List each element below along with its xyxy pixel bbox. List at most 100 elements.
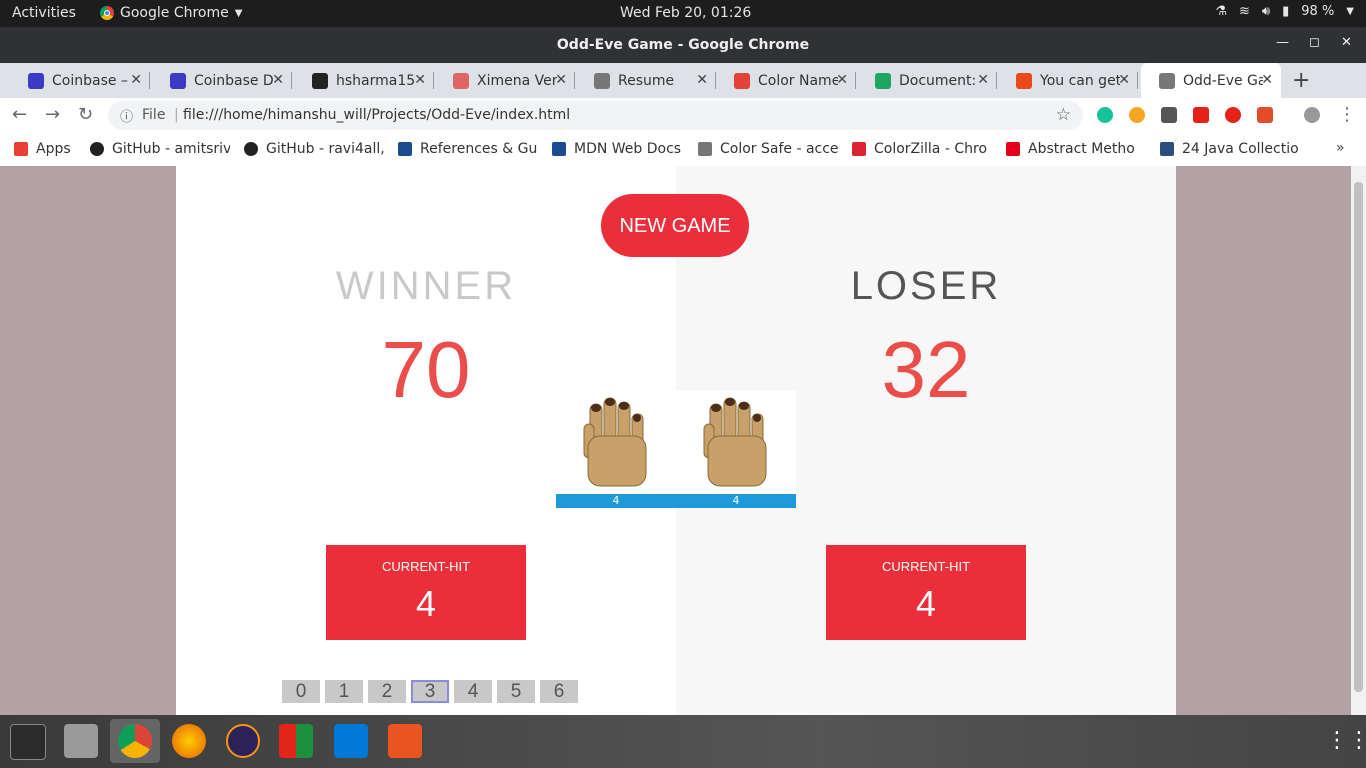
bookmark-6[interactable]: ColorZilla - Chro: [852, 141, 992, 157]
bookmark-7[interactable]: Abstract Metho: [1006, 141, 1146, 157]
loser-hand-image: 4: [676, 390, 796, 508]
close-icon[interactable]: ✕: [130, 72, 142, 88]
close-icon[interactable]: ✕: [1118, 72, 1130, 88]
address-bar[interactable]: ⓘ File | file:///home/himanshu_will/Proj…: [108, 101, 1083, 130]
more-bookmarks-icon[interactable]: »: [1336, 140, 1345, 156]
close-icon[interactable]: ✕: [836, 72, 848, 88]
reload-icon[interactable]: ↻: [78, 104, 93, 125]
accessibility-icon: ⚗: [1215, 4, 1227, 19]
tab-1[interactable]: Coinbase D ✕: [152, 63, 292, 98]
close-icon[interactable]: ✕: [1261, 72, 1273, 88]
bookmark-1[interactable]: GitHub - amitsriv: [90, 141, 230, 157]
github-icon: [312, 72, 328, 89]
terminal-icon[interactable]: [10, 724, 46, 760]
firefox-icon[interactable]: [172, 724, 206, 758]
number-button-4[interactable]: 4: [454, 680, 492, 703]
bookmark-label: Apps: [36, 141, 71, 157]
bookmark-5[interactable]: Color Safe - acce: [698, 141, 838, 157]
hand-icon: [583, 397, 647, 487]
tab-4[interactable]: Resume ✕: [576, 63, 716, 98]
activities-button[interactable]: Activities: [12, 5, 76, 21]
winner-hand-image: 4: [556, 390, 676, 508]
show-apps-icon[interactable]: ⋮⋮: [1326, 728, 1366, 753]
coinbase-icon: [170, 72, 186, 89]
youtube-icon[interactable]: [1193, 107, 1209, 123]
eclipse-icon[interactable]: [226, 724, 260, 758]
new-tab-button[interactable]: +: [1292, 68, 1310, 93]
document-icon: [698, 142, 712, 156]
close-icon[interactable]: ✕: [1341, 35, 1352, 50]
grammarly-icon[interactable]: [1097, 107, 1113, 123]
tab-5[interactable]: Color Name ✕: [716, 63, 856, 98]
bookmark-label: GitHub - amitsriv: [112, 141, 230, 157]
fire-icon[interactable]: [1129, 107, 1145, 123]
scrollbar-thumb[interactable]: [1354, 182, 1363, 692]
divider: |: [174, 107, 179, 123]
back-arrow-icon[interactable]: ←: [12, 104, 27, 125]
tab-0[interactable]: Coinbase – ✕: [10, 63, 150, 98]
bookmark-2[interactable]: GitHub - ravi4all,: [244, 141, 384, 157]
tab-label: Resume: [618, 72, 675, 89]
dzone-icon: [1160, 142, 1174, 156]
number-button-1[interactable]: 1: [325, 680, 363, 703]
number-button-0[interactable]: 0: [282, 680, 320, 703]
software-center-icon[interactable]: [388, 724, 422, 758]
winner-current-hit-box: CURRENT-HIT 4: [326, 545, 526, 640]
new-game-button[interactable]: NEW GAME: [601, 194, 749, 257]
stop-icon[interactable]: [1225, 107, 1241, 123]
tab-label: Coinbase D: [194, 72, 274, 89]
clock[interactable]: Wed Feb 20, 01:26: [620, 5, 751, 21]
app-menu[interactable]: Google Chrome ▼: [100, 5, 242, 21]
tab-6[interactable]: Document: ✕: [857, 63, 997, 98]
vertical-scrollbar[interactable]: [1351, 166, 1366, 715]
info-icon[interactable]: ⓘ: [120, 106, 133, 125]
tab-8[interactable]: Odd-Eve Ga ✕: [1141, 63, 1281, 98]
avatar[interactable]: [1304, 107, 1320, 123]
close-icon[interactable]: ✕: [272, 72, 284, 88]
close-icon[interactable]: ✕: [555, 72, 567, 88]
bookmark-0[interactable]: Apps: [14, 141, 84, 157]
files-icon[interactable]: [64, 724, 98, 758]
bookmark-4[interactable]: MDN Web Docs: [552, 141, 682, 157]
loser-current-hit-label: CURRENT-HIT: [881, 559, 971, 574]
system-tray[interactable]: ⚗ ≋ 🔊︎ ▮ 98 % ▼: [1215, 4, 1354, 19]
game-icon[interactable]: [279, 724, 313, 758]
bookmark-label: References & Gu: [420, 141, 538, 157]
forward-arrow-icon[interactable]: →: [45, 104, 60, 125]
close-icon[interactable]: ✕: [414, 72, 426, 88]
tab-3[interactable]: Ximena Ver ✕: [435, 63, 575, 98]
tab-separator: [574, 72, 575, 89]
url-text[interactable]: file:///home/himanshu_will/Projects/Odd-…: [183, 107, 570, 123]
minimize-icon[interactable]: —: [1276, 35, 1289, 50]
close-icon[interactable]: ✕: [977, 72, 989, 88]
tab-separator: [996, 72, 997, 89]
bookmark-8[interactable]: 24 Java Collectio: [1160, 141, 1300, 157]
bookmark-3[interactable]: References & Gu: [398, 141, 538, 157]
number-button-3[interactable]: 3: [411, 680, 449, 703]
percent-icon[interactable]: [1257, 107, 1273, 123]
loser-current-hit-box: CURRENT-HIT 4: [826, 545, 1026, 640]
winner-current-hit-value: 4: [415, 583, 437, 624]
vscode-icon[interactable]: [334, 724, 368, 758]
bookmark-label: 24 Java Collectio: [1182, 141, 1299, 157]
page-viewport: NEW GAME WINNER LOSER 70 32 4 4 CURRENT-…: [0, 166, 1351, 715]
tab-separator: [291, 72, 292, 89]
number-button-2[interactable]: 2: [368, 680, 406, 703]
winner-label: WINNER: [335, 264, 517, 308]
chrome-icon[interactable]: [118, 724, 152, 758]
tab-label: Document:: [899, 72, 977, 89]
menu-icon[interactable]: ⋮: [1338, 104, 1356, 125]
close-icon[interactable]: ✕: [696, 72, 708, 88]
extension-icon[interactable]: [1161, 107, 1177, 123]
document-icon: [1159, 72, 1175, 89]
bookmarks-bar: Apps GitHub - amitsriv GitHub - ravi4all, R…: [0, 134, 1366, 167]
tab-2[interactable]: hsharma15 ✕: [294, 63, 434, 98]
scheme-label: File: [142, 107, 166, 123]
tab-7[interactable]: You can get ✕: [998, 63, 1138, 98]
loser-label: LOSER: [850, 264, 1002, 308]
number-button-5[interactable]: 5: [497, 680, 535, 703]
colorzilla-icon: [852, 142, 866, 156]
number-button-6[interactable]: 6: [540, 680, 578, 703]
maximize-icon[interactable]: ◻: [1309, 35, 1320, 50]
star-icon[interactable]: ☆: [1056, 105, 1071, 125]
